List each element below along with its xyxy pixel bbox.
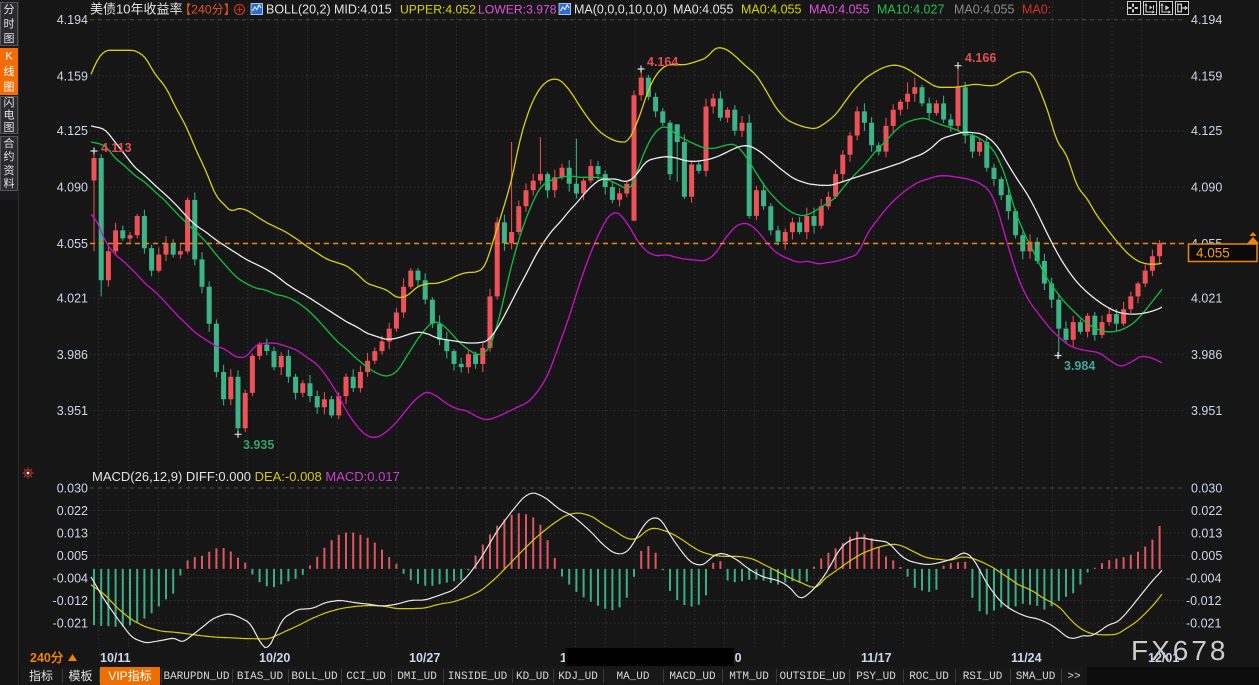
svg-text:-0.021: -0.021	[53, 617, 88, 631]
svg-text:电: 电	[4, 109, 15, 122]
svg-text:DMI_UD: DMI_UD	[397, 671, 437, 683]
svg-text:线: 线	[4, 64, 15, 78]
svg-text:240分: 240分	[30, 650, 64, 665]
svg-text:0.030: 0.030	[57, 482, 88, 496]
svg-text:4.159: 4.159	[57, 70, 88, 84]
svg-text:10/11: 10/11	[100, 651, 131, 665]
svg-text:0.013: 0.013	[57, 527, 88, 541]
svg-text:MACD(26,12,9) DIFF:0.000 DEA:: MACD(26,12,9) DIFF:0.000 DEA:-0.008 MACD…	[92, 469, 400, 484]
svg-text:INSIDE_UD: INSIDE_UD	[448, 671, 508, 683]
svg-text:11/17: 11/17	[861, 651, 892, 665]
svg-text:-0.012: -0.012	[1186, 594, 1221, 608]
svg-text:-0.021: -0.021	[1186, 617, 1221, 631]
svg-text:分: 分	[4, 3, 15, 16]
svg-text:0.022: 0.022	[57, 504, 88, 518]
svg-text:BOLL_UD: BOLL_UD	[291, 671, 338, 683]
svg-text:0.005: 0.005	[1191, 549, 1222, 563]
svg-text:3.984: 3.984	[1064, 359, 1095, 373]
svg-text:4.090: 4.090	[1191, 180, 1222, 194]
svg-text:MA0:4.055: MA0:4.055	[673, 3, 734, 17]
svg-text:MTM_UD: MTM_UD	[729, 671, 769, 683]
svg-text:RSI_UD: RSI_UD	[963, 671, 1003, 683]
svg-text:3.951: 3.951	[1191, 404, 1222, 418]
svg-text:时: 时	[4, 18, 15, 31]
svg-text:VIP指标: VIP指标	[108, 668, 151, 683]
svg-text:4.194: 4.194	[57, 13, 88, 27]
svg-text:KDJ_UD: KDJ_UD	[558, 671, 598, 683]
svg-text:图: 图	[4, 121, 15, 134]
svg-text:4.021: 4.021	[57, 291, 88, 305]
svg-text:资: 资	[4, 164, 15, 177]
svg-text:BIAS_UD: BIAS_UD	[237, 671, 284, 683]
svg-text:10/27: 10/27	[409, 651, 440, 665]
svg-text:合: 合	[4, 136, 15, 150]
svg-text:料: 料	[4, 176, 15, 190]
svg-text:4.159: 4.159	[1191, 70, 1222, 84]
svg-text:图: 图	[4, 80, 15, 93]
svg-text:PSY_UD: PSY_UD	[856, 671, 896, 683]
svg-text:约: 约	[4, 150, 15, 163]
svg-text:FX678: FX678	[1131, 635, 1229, 666]
svg-text:MA0:4.055: MA0:4.055	[954, 3, 1015, 17]
svg-text:模板: 模板	[68, 669, 92, 683]
svg-text:OUTSIDE_UD: OUTSIDE_UD	[779, 671, 845, 683]
svg-text:图: 图	[4, 32, 15, 45]
svg-text:-0.004: -0.004	[53, 572, 88, 586]
svg-text:MA0:4.055: MA0:4.055	[809, 3, 870, 17]
svg-text:4.090: 4.090	[57, 180, 88, 194]
svg-text:KD_UD: KD_UD	[516, 671, 549, 683]
svg-text:4.021: 4.021	[1191, 291, 1222, 305]
svg-text:MA0:4.055: MA0:4.055	[741, 3, 802, 17]
svg-text:4.166: 4.166	[965, 51, 996, 65]
svg-text:LOWER:3.978: LOWER:3.978	[478, 3, 557, 17]
svg-text:-0.004: -0.004	[1186, 572, 1221, 586]
svg-text:4.194: 4.194	[1191, 13, 1222, 27]
svg-text:4.055: 4.055	[57, 237, 88, 251]
svg-text:3.951: 3.951	[57, 404, 88, 418]
svg-text:【240分】: 【240分】	[179, 3, 236, 17]
svg-text:>>: >>	[1067, 671, 1080, 683]
svg-text:MA_UD: MA_UD	[616, 671, 649, 683]
svg-text:MID:4.015: MID:4.015	[334, 3, 392, 17]
svg-text:11/24: 11/24	[1011, 651, 1042, 665]
svg-text:4.125: 4.125	[57, 124, 88, 138]
svg-text:SMA_UD: SMA_UD	[1016, 671, 1056, 683]
svg-text:3.986: 3.986	[57, 348, 88, 362]
svg-text:3.935: 3.935	[243, 438, 274, 452]
svg-text:ROC_UD: ROC_UD	[909, 671, 949, 683]
svg-text:MA0:: MA0:	[1022, 3, 1051, 17]
svg-text:4.125: 4.125	[1191, 124, 1222, 138]
svg-text:3.986: 3.986	[1191, 348, 1222, 362]
svg-text:闪: 闪	[4, 95, 15, 109]
svg-text:MA(0,0,0,10,0,0): MA(0,0,0,10,0,0)	[574, 3, 667, 17]
svg-text:0.022: 0.022	[1191, 504, 1222, 518]
svg-text:BARUPDN_UD: BARUPDN_UD	[163, 671, 229, 683]
svg-text:指标: 指标	[29, 668, 53, 683]
svg-text:0.005: 0.005	[57, 549, 88, 563]
svg-text:MACD_UD: MACD_UD	[669, 671, 716, 683]
svg-text:-0.012: -0.012	[53, 594, 88, 608]
svg-text:10/20: 10/20	[259, 651, 290, 665]
svg-text:4.113: 4.113	[101, 141, 132, 155]
svg-text:UPPER:4.052: UPPER:4.052	[400, 3, 476, 17]
svg-text:0.030: 0.030	[1191, 482, 1222, 496]
svg-text:BOLL(20,2): BOLL(20,2)	[266, 3, 331, 17]
svg-text:美债10年收益率: 美债10年收益率	[90, 2, 182, 17]
svg-text:MA10:4.027: MA10:4.027	[877, 3, 944, 17]
svg-text:4.164: 4.164	[647, 55, 678, 69]
svg-text:K: K	[5, 51, 13, 63]
svg-text:0.013: 0.013	[1191, 527, 1222, 541]
svg-text:CCI_UD: CCI_UD	[346, 671, 386, 683]
svg-text:4.055: 4.055	[1196, 246, 1230, 261]
